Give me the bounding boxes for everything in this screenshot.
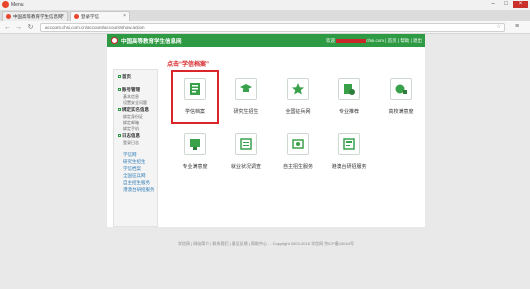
tile-conscription[interactable]: 全国征兵网 xyxy=(274,78,322,126)
tab-label: 中国高等教育学生信息网 xyxy=(13,14,63,19)
satisfaction-icon xyxy=(390,78,412,100)
user-bar: 欢迎 chsi.com | 首页 | 帮助 | 退出 xyxy=(325,38,422,43)
sidebar-subitem[interactable]: 登录日志 xyxy=(123,140,139,146)
sidebar-subitem[interactable]: 设置安全问题 xyxy=(123,100,147,106)
maximize-icon[interactable]: □ xyxy=(500,1,512,8)
sidebar-label: 首页 xyxy=(122,74,131,79)
sidebar-link[interactable]: 研究生招生 xyxy=(123,159,146,165)
tile-self-enrollment[interactable]: 自主招生服务 xyxy=(274,133,322,181)
annotation-highlight-box xyxy=(171,70,219,124)
sidebar: 首页 账号管理 基本信息 设置安全问题 绑定实名信息 绑定身份证 绑定邮箱 绑定… xyxy=(113,69,158,227)
sidebar-link[interactable]: 港澳台研招服务 xyxy=(123,187,155,193)
site-container: 中国高等教育学生信息网 欢迎 chsi.com | 首页 | 帮助 | 退出 点… xyxy=(107,34,425,246)
tile-label: 专业满意度 xyxy=(182,164,208,170)
tile-label: 研究生招生 xyxy=(233,109,259,115)
tile-label: 自主招生服务 xyxy=(282,164,313,170)
chsi-logo-icon xyxy=(111,37,118,44)
close-window-icon[interactable]: × xyxy=(513,1,528,8)
tile-college-satisfaction[interactable]: 高校满意度 xyxy=(377,78,425,126)
forward-icon[interactable]: → xyxy=(14,23,23,32)
sidebar-item-home[interactable]: 首页 xyxy=(118,74,131,80)
window-titlebar: Menu – □ × xyxy=(0,0,530,10)
sidebar-item-account[interactable]: 账号管理 xyxy=(118,87,140,93)
tab-chsi-home[interactable]: 中国高等教育学生信息网 × xyxy=(2,11,68,21)
tile-label: 高校满意度 xyxy=(388,109,414,115)
sidebar-label: 绑定实名信息 xyxy=(122,107,149,112)
minimize-icon[interactable]: – xyxy=(487,1,499,8)
site-header: 中国高等教育学生信息网 欢迎 chsi.com | 首页 | 帮助 | 退出 xyxy=(107,34,425,47)
major-satisfaction-icon xyxy=(184,133,206,155)
sidebar-link[interactable]: 学信网 xyxy=(123,152,137,158)
sidebar-label: 日志信息 xyxy=(122,133,140,138)
graduation-cap-icon xyxy=(235,78,257,100)
user-suffix: chsi.com xyxy=(366,38,384,43)
tile-major-recommend[interactable]: 专业推荐 xyxy=(325,78,373,126)
browser-menu-icon[interactable]: ≡ xyxy=(515,23,519,31)
link-logout[interactable]: 退出 xyxy=(413,38,422,43)
close-tab-icon[interactable]: × xyxy=(61,13,64,19)
tile-employment-survey[interactable]: 就业状况调查 xyxy=(222,133,270,181)
favicon-icon xyxy=(6,14,11,19)
tab-bar: 中国高等教育学生信息网 × 登录学信 × xyxy=(0,10,530,21)
menu-marker-icon xyxy=(118,75,121,79)
url-input[interactable]: account.chsi.com.cn/account/account!show… xyxy=(40,23,505,32)
tile-graduate-enroll[interactable]: 研究生招生 xyxy=(222,78,270,126)
recommend-icon xyxy=(338,78,360,100)
sidebar-link[interactable]: 全国征兵网 xyxy=(123,173,146,179)
sidebar-link[interactable]: 自主招生服务 xyxy=(123,180,150,186)
menu-marker-icon xyxy=(118,108,121,112)
sidebar-link[interactable]: 学信档案 xyxy=(123,166,141,172)
tile-major-satisfaction[interactable]: 专业满意度 xyxy=(171,133,219,181)
star-icon xyxy=(287,78,309,100)
menu-marker-icon xyxy=(118,88,121,92)
reload-icon[interactable]: ↻ xyxy=(26,23,35,32)
site-title: 中国高等教育学生信息网 xyxy=(121,39,182,45)
redacted-username xyxy=(336,38,367,43)
site-body: 点击“学信档案” 首页 账号管理 基本信息 设置安全问题 绑定实名信息 绑定身份… xyxy=(107,47,425,246)
sidebar-label: 账号管理 xyxy=(122,87,140,92)
link-help[interactable]: 帮助 xyxy=(400,38,409,43)
window-controls: – □ × xyxy=(487,1,528,8)
menu-marker-icon xyxy=(118,134,121,138)
survey-icon xyxy=(235,133,257,155)
tile-hmt-graduate[interactable]: 港澳台研招服务 xyxy=(325,133,373,181)
tile-label: 专业推荐 xyxy=(338,109,359,115)
annotation-text: 点击“学信档案” xyxy=(167,62,210,68)
close-tab-icon[interactable]: × xyxy=(123,13,126,19)
sidebar-subitem[interactable]: 绑定手机 xyxy=(123,126,139,132)
sidebar-item-log[interactable]: 日志信息 xyxy=(118,133,140,139)
back-icon[interactable]: ← xyxy=(3,23,12,32)
tile-label: 港澳台研招服务 xyxy=(331,164,367,170)
self-enroll-icon xyxy=(287,133,309,155)
site-footer: 学信网 | 网站简介 | 联系我们 | 意见反馈 | 帮助中心 ... Copy… xyxy=(178,241,354,246)
tab-label: 登录学信 xyxy=(81,14,99,19)
tile-label: 全国征兵网 xyxy=(285,109,311,115)
window-title: Menu xyxy=(11,2,24,8)
address-toolbar: ← → ↻ account.chsi.com.cn/account/accoun… xyxy=(0,21,530,34)
bookmark-star-icon[interactable]: ☆ xyxy=(496,23,501,30)
link-home[interactable]: 首页 xyxy=(388,38,397,43)
tile-label: 就业状况调查 xyxy=(230,164,261,170)
sidebar-item-binding[interactable]: 绑定实名信息 xyxy=(118,107,149,113)
browser-logo-icon xyxy=(2,1,9,8)
welcome-text: 欢迎 xyxy=(325,38,335,43)
tab-login[interactable]: 登录学信 × xyxy=(70,11,130,21)
hmt-icon xyxy=(338,133,360,155)
favicon-icon xyxy=(74,14,79,19)
